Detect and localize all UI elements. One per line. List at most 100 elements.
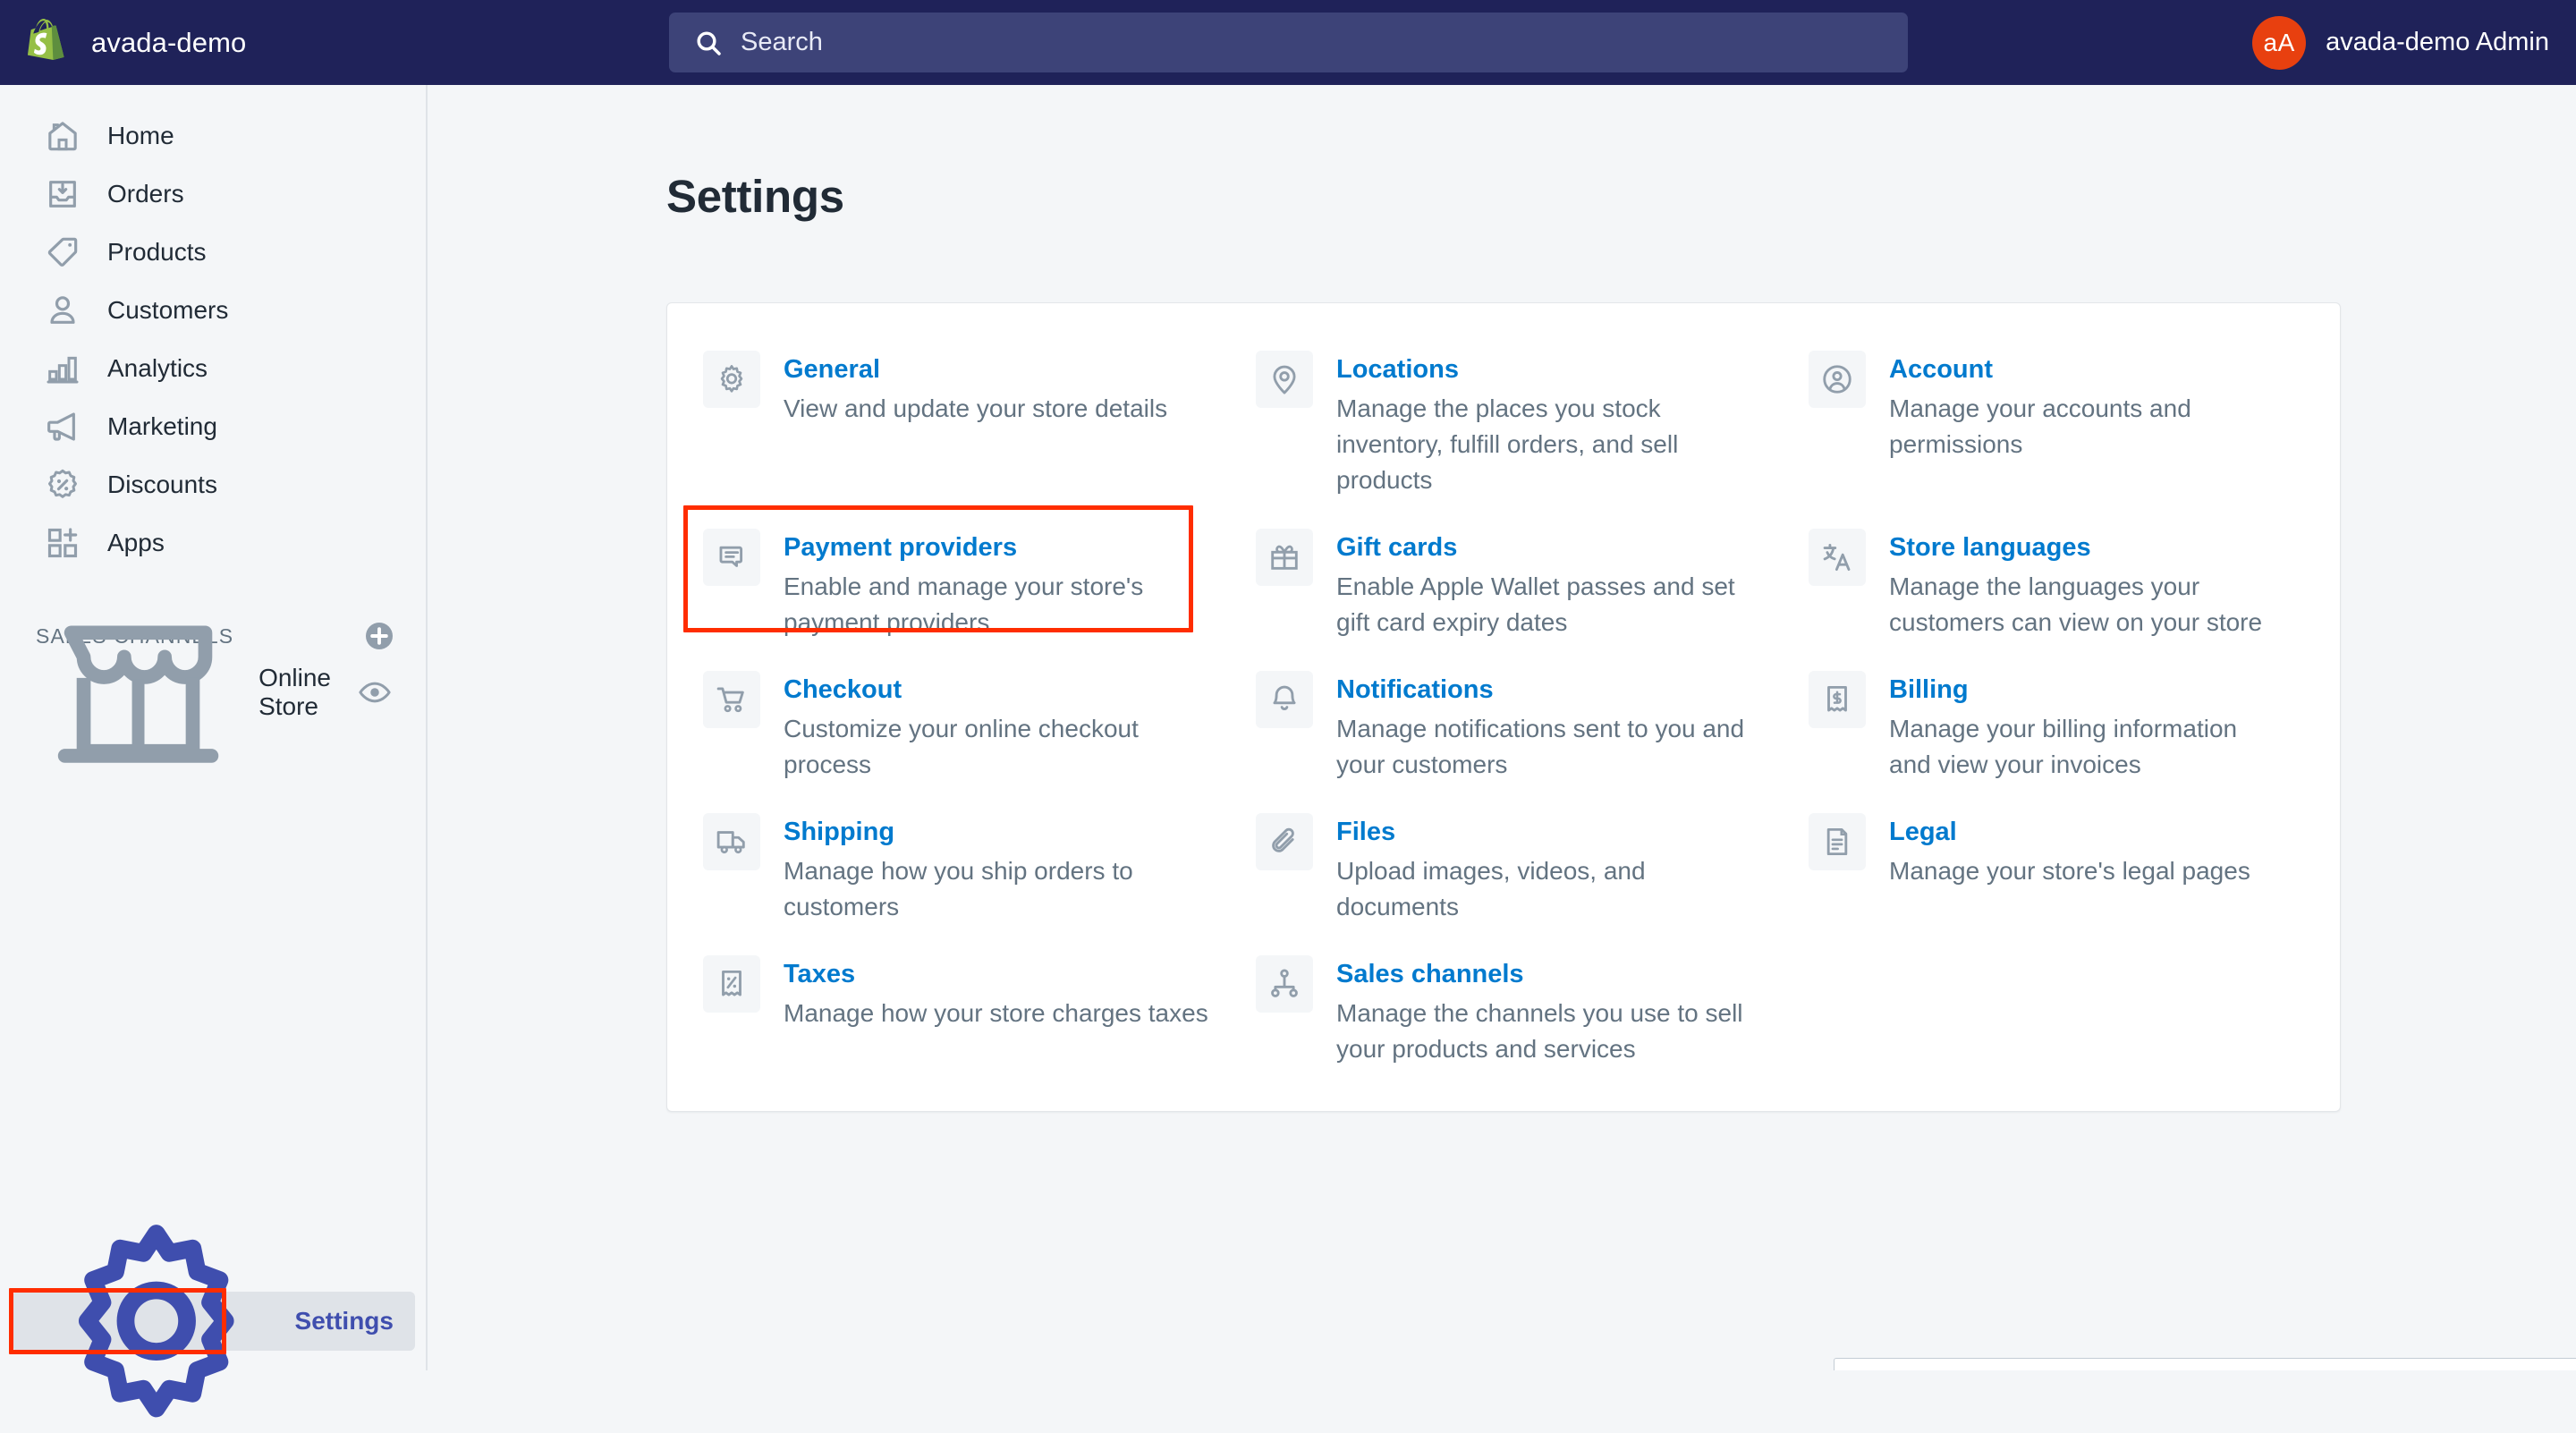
setting-link[interactable]: Checkout	[784, 674, 1213, 707]
sidebar-nav: Home Orders Products Customers Analytics…	[0, 85, 426, 572]
setting-store-languages[interactable]: Store languages Manage the languages you…	[1809, 529, 2345, 640]
account-circle-icon	[1809, 351, 1866, 408]
main-content: Settings General View and update your st…	[429, 85, 2576, 1370]
setting-general[interactable]: General View and update your store detai…	[703, 351, 1256, 498]
shopify-bag-icon	[28, 18, 64, 60]
product-tag-icon	[47, 237, 78, 267]
shipping-truck-icon	[703, 813, 760, 871]
setting-link[interactable]: Gift cards	[1336, 532, 1766, 564]
sidebar-item-settings[interactable]: Settings	[13, 1225, 415, 1418]
setting-shipping[interactable]: Shipping Manage how you ship orders to c…	[703, 813, 1256, 925]
eye-icon[interactable]	[358, 675, 392, 709]
setting-description: Manage the places you stock inventory, f…	[1336, 394, 1679, 495]
home-icon	[48, 121, 77, 150]
setting-description: Enable and manage your store's payment p…	[784, 572, 1144, 637]
sidebar-item-label: Apps	[107, 528, 165, 556]
setting-text: Shipping Manage how you ship orders to c…	[784, 813, 1213, 925]
setting-files[interactable]: Files Upload images, videos, and documen…	[1256, 813, 1809, 925]
top-bar: avada-demo Search aA avada-demo Admin	[0, 0, 2576, 85]
gear-icon	[78, 1225, 234, 1418]
sidebar-item-customers[interactable]: Customers	[13, 281, 413, 339]
gear-icon	[703, 351, 760, 408]
sidebar: Home Orders Products Customers Analytics…	[0, 85, 428, 1418]
store-brand[interactable]: avada-demo	[0, 0, 428, 85]
setting-description: Customize your online checkout process	[784, 715, 1139, 779]
setting-billing[interactable]: Billing Manage your billing information …	[1809, 671, 2345, 783]
setting-notifications[interactable]: Notifications Manage notifications sent …	[1256, 671, 1809, 783]
sidebar-item-label: Orders	[107, 179, 184, 208]
setting-legal[interactable]: Legal Manage your store's legal pages	[1809, 813, 2345, 925]
setting-text: Locations Manage the places you stock in…	[1336, 351, 1766, 498]
setting-text: Store languages Manage the languages you…	[1889, 529, 2265, 640]
setting-description: Manage your store's legal pages	[1889, 857, 2250, 886]
legal-document-icon	[1809, 813, 1866, 871]
setting-link[interactable]: General	[784, 354, 1167, 386]
setting-description: Manage the languages your customers can …	[1889, 572, 2263, 637]
setting-link[interactable]: Account	[1889, 354, 2265, 386]
sidebar-item-analytics[interactable]: Analytics	[13, 339, 413, 397]
setting-locations[interactable]: Locations Manage the places you stock in…	[1256, 351, 1809, 498]
sidebar-item-home[interactable]: Home	[13, 106, 413, 165]
location-pin-icon	[1256, 351, 1313, 408]
setting-description: View and update your store details	[784, 394, 1168, 422]
analytics-bars-icon	[47, 356, 79, 383]
user-name: avada-demo Admin	[2326, 28, 2549, 56]
billing-receipt-icon	[1809, 671, 1866, 729]
payment-card-icon	[703, 529, 760, 587]
setting-gift-cards[interactable]: Gift cards Enable Apple Wallet passes an…	[1256, 529, 1809, 640]
sidebar-item-marketing[interactable]: Marketing	[13, 397, 413, 455]
setting-link[interactable]: Billing	[1889, 674, 2265, 707]
setting-checkout[interactable]: Checkout Customize your online checkout …	[703, 671, 1256, 783]
store-name: avada-demo	[91, 26, 247, 58]
setting-description: Manage your accounts and permissions	[1889, 394, 2191, 458]
sidebar-item-online-store[interactable]: Online Store	[13, 625, 413, 763]
setting-description: Upload images, videos, and documents	[1336, 857, 1646, 921]
apps-grid-plus-icon	[47, 527, 78, 557]
search-input[interactable]: Search	[669, 13, 1908, 72]
setting-text: Notifications Manage notifications sent …	[1336, 671, 1766, 783]
setting-link[interactable]: Notifications	[1336, 674, 1766, 707]
setting-link[interactable]: Sales channels	[1336, 959, 1766, 991]
online-store-icon	[57, 625, 219, 763]
search-container[interactable]: Search	[669, 13, 1908, 72]
setting-sales-channels[interactable]: Sales channels Manage the channels you u…	[1256, 955, 1809, 1067]
tax-receipt-percent-icon	[703, 955, 760, 1013]
sidebar-item-orders[interactable]: Orders	[13, 165, 413, 223]
bell-icon	[1256, 671, 1313, 729]
setting-text: Billing Manage your billing information …	[1889, 671, 2265, 783]
sidebar-item-discounts[interactable]: Discounts	[13, 455, 413, 513]
setting-description: Manage the channels you use to sell your…	[1336, 999, 1743, 1064]
plus-circle-icon[interactable]	[363, 620, 395, 652]
sidebar-item-apps[interactable]: Apps	[13, 513, 413, 572]
search-icon	[697, 30, 721, 55]
setting-link[interactable]: Taxes	[784, 959, 1208, 991]
sidebar-item-label: Home	[107, 121, 174, 149]
setting-link[interactable]: Legal	[1889, 817, 2250, 849]
marketing-megaphone-icon	[47, 411, 75, 441]
setting-text: Legal Manage your store's legal pages	[1889, 813, 2250, 889]
setting-payment-providers[interactable]: Payment providers Enable and manage your…	[683, 505, 1256, 640]
discount-percent-icon	[48, 469, 77, 498]
sidebar-item-label: Online Store	[258, 663, 331, 720]
sidebar-item-products[interactable]: Products	[13, 223, 413, 281]
setting-link[interactable]: Payment providers	[784, 532, 1213, 564]
settings-grid: General View and update your store detai…	[667, 351, 2340, 1098]
search-placeholder: Search	[741, 28, 823, 56]
setting-taxes[interactable]: Taxes Manage how your store charges taxe…	[703, 955, 1256, 1067]
orders-inbox-icon	[49, 180, 76, 208]
setting-description: Manage notifications sent to you and you…	[1336, 715, 1745, 779]
setting-account[interactable]: Account Manage your accounts and permiss…	[1809, 351, 2345, 498]
user-menu[interactable]: aA avada-demo Admin	[2252, 0, 2549, 85]
sidebar-item-label: Analytics	[107, 353, 208, 382]
sidebar-settings-slot: Settings	[0, 1225, 428, 1418]
gift-card-icon	[1256, 529, 1313, 587]
setting-description: Enable Apple Wallet passes and set gift …	[1336, 572, 1735, 637]
setting-link[interactable]: Shipping	[784, 817, 1213, 849]
setting-link[interactable]: Locations	[1336, 354, 1766, 386]
sidebar-item-label: Settings	[294, 1307, 394, 1335]
setting-description: Manage your billing information and view…	[1889, 715, 2238, 779]
setting-link[interactable]: Files	[1336, 817, 1766, 849]
setting-link[interactable]: Store languages	[1889, 532, 2265, 564]
shopping-cart-icon	[703, 671, 760, 729]
setting-text: Sales channels Manage the channels you u…	[1336, 955, 1766, 1067]
